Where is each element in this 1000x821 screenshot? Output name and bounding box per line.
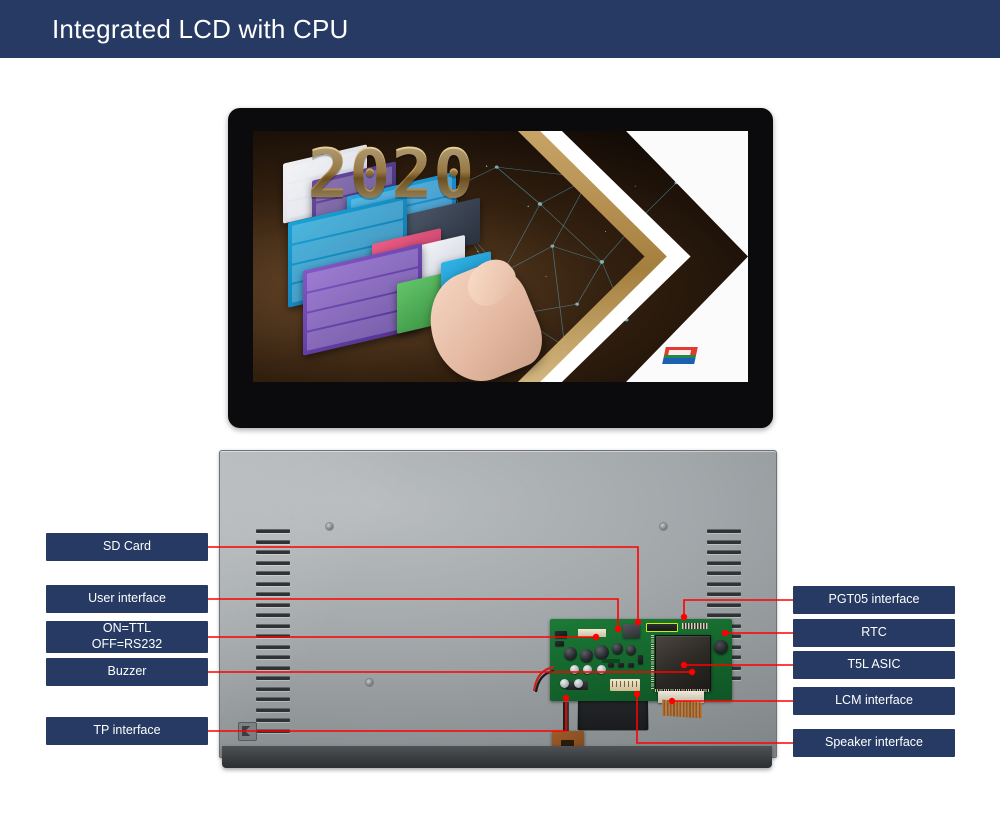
page-title: Integrated LCD with CPU bbox=[52, 14, 349, 44]
screw-icon bbox=[660, 523, 667, 530]
callout-lcm-interface[interactable]: LCM interface bbox=[793, 687, 955, 715]
callout-rtc[interactable]: RTC bbox=[793, 619, 955, 647]
callout-t5l-asic[interactable]: T5L ASIC bbox=[793, 651, 955, 679]
callout-user-interface[interactable]: User interface bbox=[46, 585, 208, 613]
t5l-asic-chip bbox=[655, 635, 711, 691]
chassis-logo-icon bbox=[238, 722, 257, 741]
screw-icon bbox=[326, 523, 333, 530]
callout-speaker-interface[interactable]: Speaker interface bbox=[793, 729, 955, 757]
screw-icon bbox=[366, 679, 373, 686]
monitor-screen: 2020 bbox=[253, 131, 748, 382]
callout-ttl-rs232[interactable]: ON=TTL OFF=RS232 bbox=[46, 621, 208, 653]
callout-sd-card[interactable]: SD Card bbox=[46, 533, 208, 561]
asic-pins bbox=[651, 635, 654, 689]
front-display-photo: 2020 bbox=[228, 108, 773, 428]
page-header: Integrated LCD with CPU bbox=[0, 0, 1000, 58]
callout-buzzer[interactable]: Buzzer bbox=[46, 658, 208, 686]
pin-header bbox=[682, 623, 708, 629]
year-text: 2020 bbox=[307, 135, 476, 215]
callout-tp-interface[interactable]: TP interface bbox=[46, 717, 208, 745]
power-cable bbox=[532, 665, 555, 693]
sd-card-slot bbox=[623, 624, 640, 638]
rear-panel-base bbox=[222, 746, 772, 768]
rear-chassis bbox=[219, 450, 777, 758]
lcm-flex-cable bbox=[662, 699, 702, 719]
rear-panel-photo bbox=[219, 450, 777, 776]
vent-slots-left bbox=[256, 529, 290, 733]
tp-ribbon-cable bbox=[563, 702, 569, 734]
buzzer-component bbox=[594, 645, 609, 660]
dwin-logo-icon bbox=[662, 347, 698, 365]
rtc-component bbox=[714, 640, 728, 654]
callout-pgt05-interface[interactable]: PGT05 interface bbox=[793, 586, 955, 614]
speaker-interface-connector bbox=[610, 679, 640, 691]
main-pcb bbox=[532, 619, 732, 719]
user-interface-connector bbox=[578, 629, 606, 637]
pgt05-interface-connector bbox=[646, 623, 678, 632]
content-stage: 2020 SD Card User interface ON=TTL OFF=R… bbox=[0, 58, 1000, 821]
